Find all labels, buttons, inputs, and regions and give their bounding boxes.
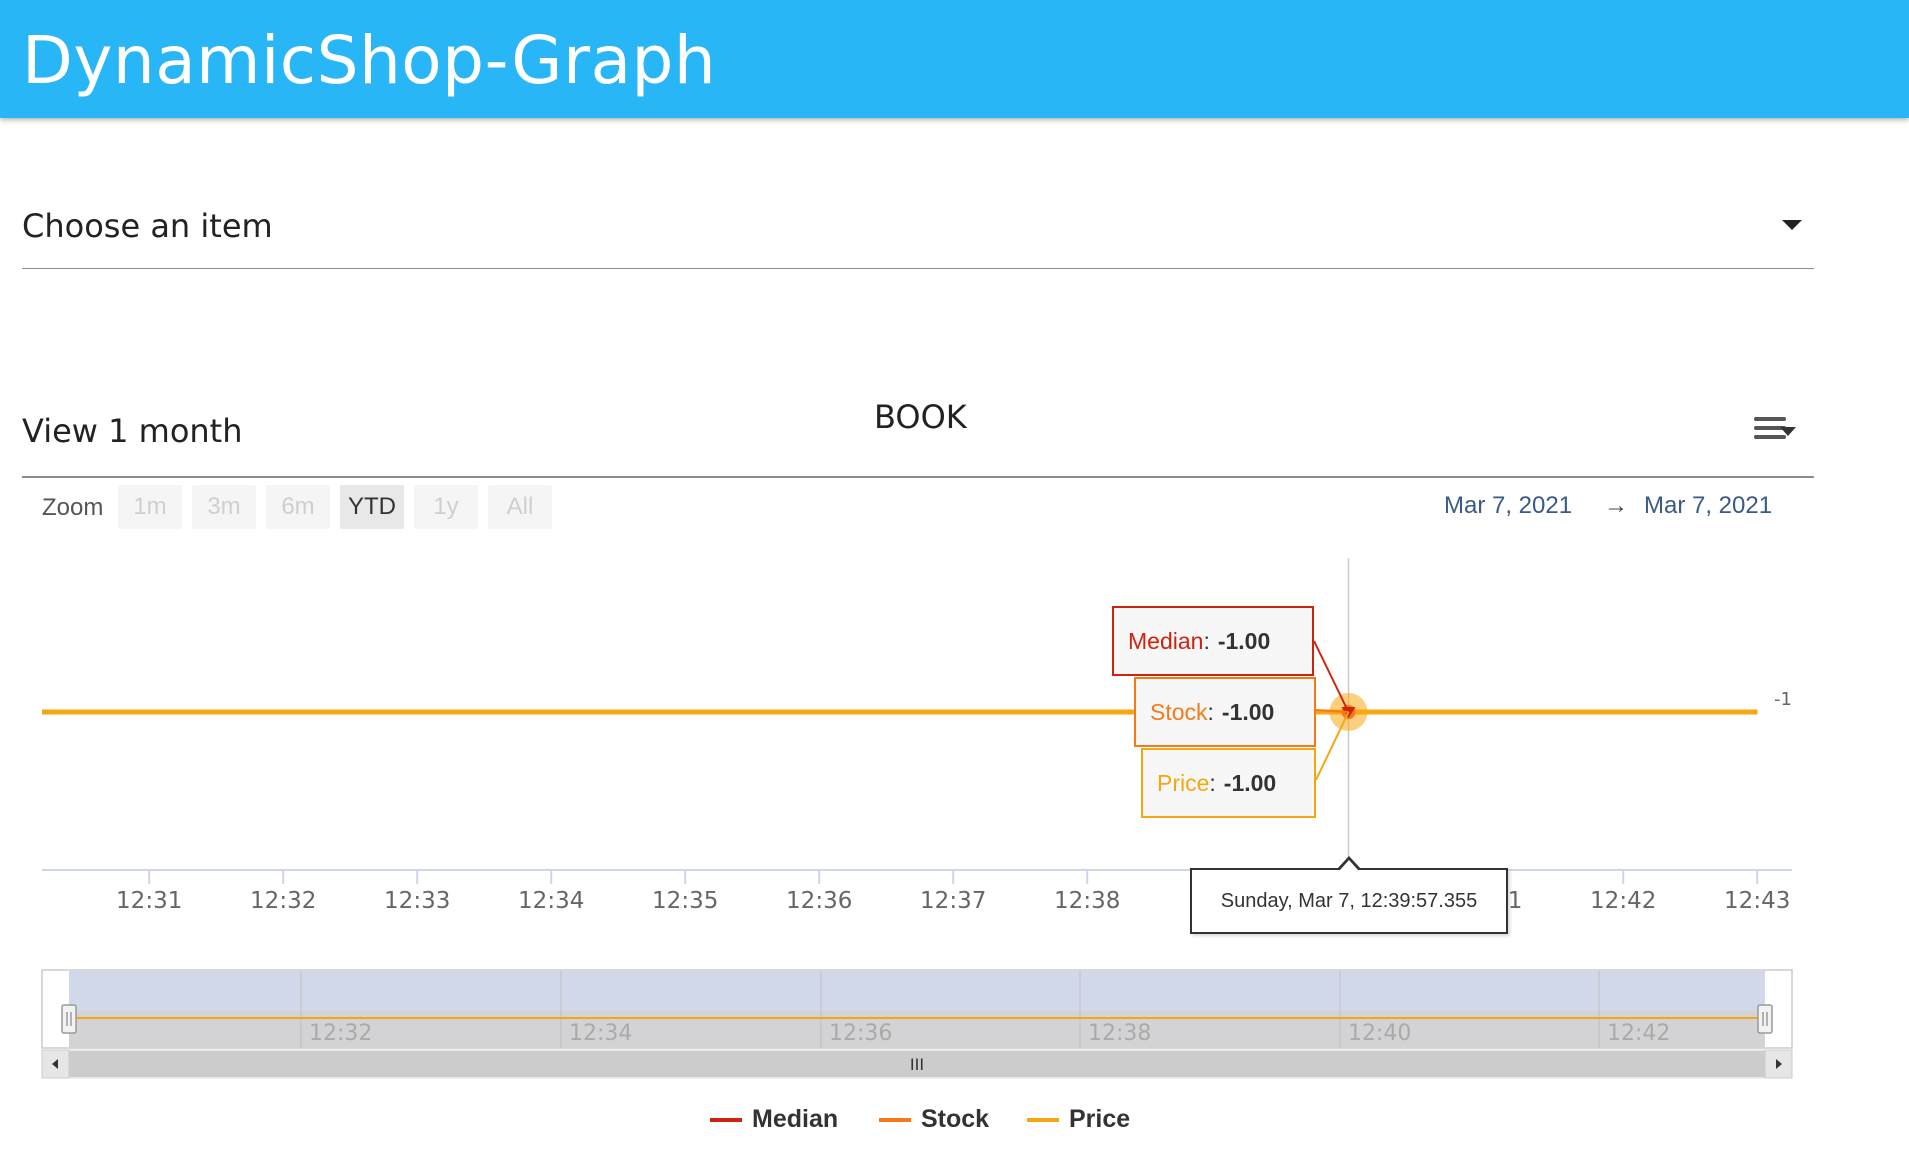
tooltip-colon: : (1203, 627, 1210, 654)
navigator-tick-label: 12:36 (829, 1021, 892, 1046)
chart-title: BOOK (874, 398, 967, 436)
legend-item-median[interactable]: Median (710, 1105, 838, 1134)
x-tick-label: 12:37 (920, 888, 986, 914)
x-tick-label: 12:32 (250, 888, 316, 914)
scrollbar-grip-icon: III (910, 1055, 924, 1074)
navigator-tick-label: 12:32 (309, 1021, 372, 1046)
tooltip-value: -1.00 (1223, 769, 1277, 796)
dropdown-arrow-icon[interactable] (1782, 220, 1802, 230)
x-tick-label: 12:42 (1590, 888, 1656, 914)
navigator-left-handle[interactable] (61, 1004, 77, 1034)
x-tick-label: 12:35 (652, 888, 718, 914)
x-tick-label: 12:36 (786, 888, 852, 914)
app-title: DynamicShop-Graph (22, 22, 717, 99)
navigator-tick-label: 12:40 (1348, 1021, 1411, 1046)
legend-label-median: Median (752, 1105, 839, 1133)
x-tick-label: 12:33 (384, 888, 450, 914)
x-tick-label: 12:31 (116, 888, 182, 914)
navigator-tick-label: 12:38 (1088, 1021, 1151, 1046)
legend-swatch-price (1027, 1117, 1059, 1122)
zoom-all-button[interactable]: All (488, 485, 552, 529)
tooltip-value: -1.00 (1221, 698, 1275, 725)
legend-label-stock: Stock (921, 1105, 990, 1133)
tooltip-price: Price: -1.00 (1141, 748, 1316, 818)
zoom-6m-button[interactable]: 6m (266, 485, 330, 529)
range-to-input[interactable]: Mar 7, 2021 (1644, 492, 1772, 520)
navigator-tick-label: 12:34 (569, 1021, 632, 1046)
tooltip-value: -1.00 (1217, 627, 1271, 654)
zoom-3m-button[interactable]: 3m (192, 485, 256, 529)
tooltip-median: Median: -1.00 (1112, 606, 1314, 676)
navigator-selected-range[interactable] (69, 971, 1765, 1011)
tooltip-name: Stock (1150, 698, 1208, 725)
tooltip-stock: Stock: -1.00 (1134, 677, 1316, 747)
legend-swatch-stock (879, 1117, 911, 1122)
header-divider (22, 476, 1814, 478)
hamburger-menu-icon[interactable] (1752, 413, 1798, 447)
legend-swatch-median (710, 1117, 742, 1122)
tooltip-connector-price (1315, 711, 1350, 781)
legend-item-price[interactable]: Price (1027, 1105, 1130, 1134)
y-tick-label: -1 (1774, 689, 1792, 710)
view-range-label: View 1 month (22, 412, 243, 450)
legend-label-price: Price (1069, 1105, 1131, 1133)
tooltip-name: Price (1157, 769, 1210, 796)
tooltip-colon: : (1209, 769, 1216, 796)
app-bar: DynamicShop-Graph (0, 0, 1909, 118)
navigator-tick-label: 12:42 (1607, 1021, 1670, 1046)
x-tick-label: 12:34 (518, 888, 584, 914)
item-select-label: Choose an item (22, 207, 273, 245)
tooltip-name: Median (1128, 627, 1204, 654)
zoom-1y-button[interactable]: 1y (414, 485, 478, 529)
tooltip-colon: : (1207, 698, 1214, 725)
x-tick-label: 12:38 (1054, 888, 1120, 914)
legend-item-stock[interactable]: Stock (879, 1105, 989, 1134)
zoom-1m-button[interactable]: 1m (118, 485, 182, 529)
navigator-right-handle[interactable] (1757, 1004, 1773, 1034)
tooltip-date: Sunday, Mar 7, 12:39:57.355 (1190, 868, 1508, 934)
zoom-label: Zoom (42, 494, 104, 521)
tooltip-date-pointer-fill (1340, 860, 1358, 870)
range-arrow: → (1604, 492, 1628, 519)
zoom-ytd-button[interactable]: YTD (340, 485, 404, 529)
range-from-input[interactable]: Mar 7, 2021 (1444, 492, 1572, 520)
chart-svg[interactable]: 12:31 12:32 12:33 12:34 12:35 12:36 12:37 12:38… (0, 540, 1909, 1100)
item-select[interactable]: Choose an item (22, 195, 1814, 269)
tooltip-connector-median (1313, 640, 1350, 713)
x-tick-label: 12:43 (1724, 888, 1790, 914)
